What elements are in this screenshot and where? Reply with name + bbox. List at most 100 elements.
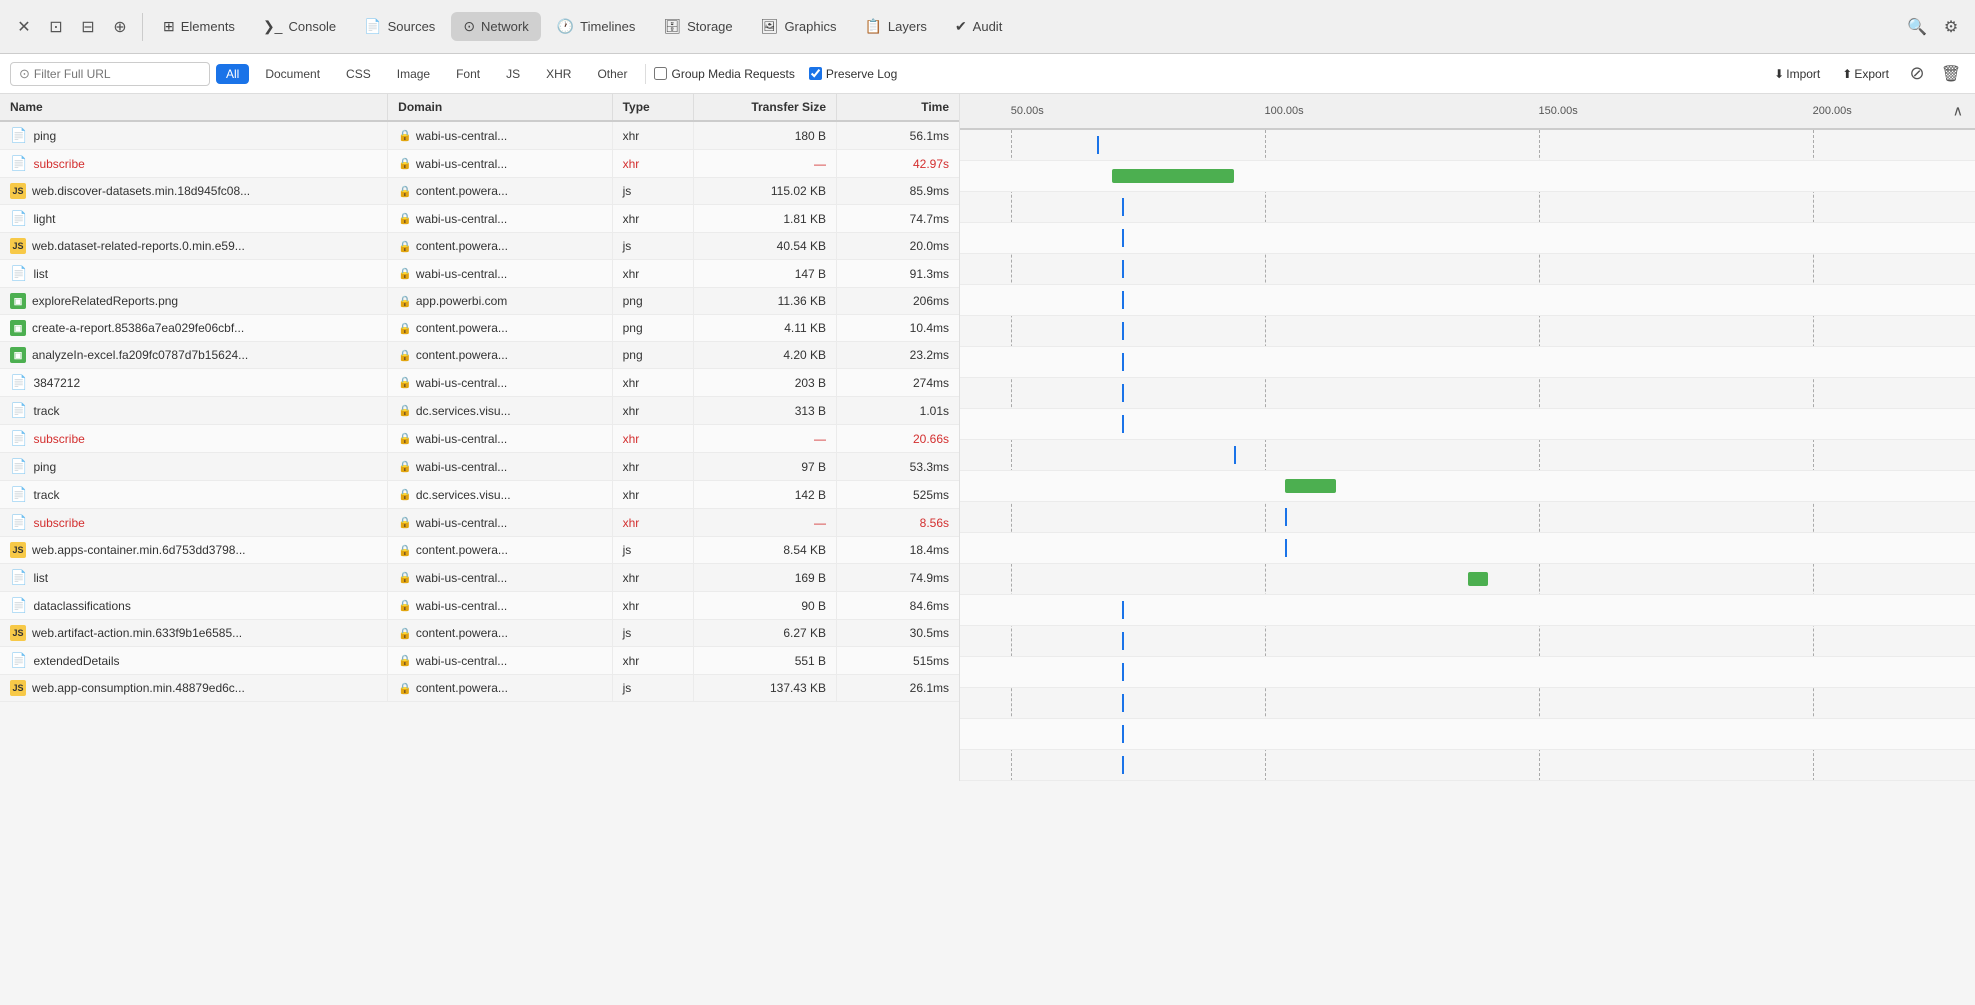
timeline-row[interactable]: [960, 440, 1975, 471]
table-row[interactable]: 📄 track 🔒 dc.services.visu... xhr 142 B …: [0, 481, 959, 509]
timeline-bar-line: [1122, 601, 1124, 619]
filter-input[interactable]: [34, 67, 194, 81]
timeline-row[interactable]: [960, 626, 1975, 657]
filter-all-button[interactable]: All: [216, 64, 249, 84]
table-row[interactable]: JS web.apps-container.min.6d753dd3798...…: [0, 537, 959, 564]
cell-name: 📄 subscribe: [0, 509, 388, 537]
col-header-time[interactable]: Time: [837, 94, 959, 121]
cell-type: xhr: [612, 260, 694, 288]
filter-document-button[interactable]: Document: [255, 64, 330, 84]
timeline-row[interactable]: [960, 347, 1975, 378]
table-row[interactable]: 📄 subscribe 🔒 wabi-us-central... xhr — 2…: [0, 425, 959, 453]
js-file-icon: JS: [10, 238, 26, 254]
filter-js-button[interactable]: JS: [496, 64, 530, 84]
table-row[interactable]: 📄 3847212 🔒 wabi-us-central... xhr 203 B…: [0, 369, 959, 397]
table-row[interactable]: 📄 light 🔒 wabi-us-central... xhr 1.81 KB…: [0, 205, 959, 233]
split-icon[interactable]: ⊡: [42, 13, 70, 41]
timeline-row[interactable]: [960, 161, 1975, 192]
table-row[interactable]: 📄 ping 🔒 wabi-us-central... xhr 180 B 56…: [0, 121, 959, 150]
file-icon: 📄: [10, 210, 27, 227]
timeline-bar-line: [1285, 539, 1287, 557]
preserve-log-checkbox[interactable]: [809, 67, 822, 80]
cell-domain: 🔒 content.powera...: [388, 315, 612, 342]
timeline-row[interactable]: [960, 378, 1975, 409]
tab-graphics[interactable]: 🖼 Graphics: [749, 12, 849, 41]
table-right: 50.00s 100.00s 150.00s 200.00s ∧: [960, 94, 1975, 781]
cell-domain: 🔒 content.powera...: [388, 233, 612, 260]
timeline-row[interactable]: [960, 285, 1975, 316]
timeline-row[interactable]: [960, 192, 1975, 223]
timeline-row[interactable]: [960, 688, 1975, 719]
tab-network[interactable]: ⊙ Network: [451, 12, 540, 41]
dock-icon[interactable]: ⊟: [74, 13, 102, 41]
png-file-icon: ▣: [10, 347, 26, 363]
timeline-row[interactable]: [960, 502, 1975, 533]
table-row[interactable]: 📄 subscribe 🔒 wabi-us-central... xhr — 4…: [0, 150, 959, 178]
col-header-size[interactable]: Transfer Size: [694, 94, 837, 121]
timeline-row[interactable]: [960, 533, 1975, 564]
timeline-row[interactable]: [960, 409, 1975, 440]
table-row[interactable]: 📄 extendedDetails 🔒 wabi-us-central... x…: [0, 647, 959, 675]
col-header-type[interactable]: Type: [612, 94, 694, 121]
table-row[interactable]: 📄 list 🔒 wabi-us-central... xhr 169 B 74…: [0, 564, 959, 592]
tab-elements[interactable]: ⊞ Elements: [151, 12, 247, 41]
table-row[interactable]: ▣ analyzeIn-excel.fa209fc0787d7b15624...…: [0, 342, 959, 369]
table-row[interactable]: JS web.app-consumption.min.48879ed6c... …: [0, 675, 959, 702]
table-row[interactable]: ▣ exploreRelatedReports.png 🔒 app.powerb…: [0, 288, 959, 315]
tab-audit[interactable]: ✔ Audit: [943, 12, 1014, 41]
clear-icon[interactable]: ⊘: [1903, 60, 1931, 88]
trash-icon[interactable]: 🗑: [1937, 60, 1965, 88]
row-name: analyzeIn-excel.fa209fc0787d7b15624...: [32, 348, 248, 362]
table-row[interactable]: 📄 dataclassifications 🔒 wabi-us-central.…: [0, 592, 959, 620]
table-row[interactable]: 📄 subscribe 🔒 wabi-us-central... xhr — 8…: [0, 509, 959, 537]
col-header-name[interactable]: Name: [0, 94, 388, 121]
tab-storage[interactable]: 🗄 Storage: [651, 12, 744, 41]
cell-domain: 🔒 wabi-us-central...: [388, 592, 612, 620]
export-button[interactable]: ⬆ Export: [1834, 64, 1897, 84]
row-name: web.dataset-related-reports.0.min.e59...: [32, 239, 245, 253]
domain-value: wabi-us-central...: [416, 157, 507, 171]
timeline-collapse-icon[interactable]: ∧: [1945, 103, 1971, 120]
file-icon: 📄: [10, 430, 27, 447]
timeline-row[interactable]: [960, 130, 1975, 161]
tab-layers[interactable]: 📋 Layers: [852, 12, 938, 41]
group-media-checkbox[interactable]: [654, 67, 667, 80]
table-row[interactable]: 📄 list 🔒 wabi-us-central... xhr 147 B 91…: [0, 260, 959, 288]
filter-right: ⬇ Import ⬆ Export ⊘ 🗑: [1766, 60, 1965, 88]
table-row[interactable]: 📄 track 🔒 dc.services.visu... xhr 313 B …: [0, 397, 959, 425]
cell-domain: 🔒 content.powera...: [388, 342, 612, 369]
timeline-row[interactable]: [960, 254, 1975, 285]
timeline-row[interactable]: [960, 564, 1975, 595]
filter-font-button[interactable]: Font: [446, 64, 490, 84]
timeline-row[interactable]: [960, 657, 1975, 688]
cell-size: 147 B: [694, 260, 837, 288]
table-row[interactable]: JS web.dataset-related-reports.0.min.e59…: [0, 233, 959, 260]
filter-other-button[interactable]: Other: [587, 64, 637, 84]
filter-xhr-button[interactable]: XHR: [536, 64, 581, 84]
timeline-row[interactable]: [960, 223, 1975, 254]
table-row[interactable]: JS web.discover-datasets.min.18d945fc08.…: [0, 178, 959, 205]
timeline-row[interactable]: [960, 750, 1975, 781]
timeline-row[interactable]: [960, 471, 1975, 502]
close-icon[interactable]: ✕: [10, 13, 38, 41]
cell-time: 74.7ms: [837, 205, 959, 233]
filter-separator: [645, 64, 646, 84]
tab-sources[interactable]: 📄 Sources: [352, 12, 447, 41]
table-row[interactable]: ▣ create-a-report.85386a7ea029fe06cbf...…: [0, 315, 959, 342]
filter-input-wrap[interactable]: ⊙: [10, 62, 210, 86]
timeline-row[interactable]: [960, 595, 1975, 626]
cell-domain: 🔒 wabi-us-central...: [388, 150, 612, 178]
timeline-row[interactable]: [960, 316, 1975, 347]
filter-image-button[interactable]: Image: [387, 64, 440, 84]
search-icon[interactable]: 🔍: [1903, 13, 1931, 41]
col-header-domain[interactable]: Domain: [388, 94, 612, 121]
target-icon[interactable]: ⊕: [106, 13, 134, 41]
table-row[interactable]: JS web.artifact-action.min.633f9b1e6585.…: [0, 620, 959, 647]
tab-console[interactable]: ❯_ Console: [251, 12, 348, 41]
timeline-row[interactable]: [960, 719, 1975, 750]
settings-icon[interactable]: ⚙: [1937, 13, 1965, 41]
tab-timelines[interactable]: 🕐 Timelines: [545, 12, 648, 41]
filter-css-button[interactable]: CSS: [336, 64, 381, 84]
table-row[interactable]: 📄 ping 🔒 wabi-us-central... xhr 97 B 53.…: [0, 453, 959, 481]
import-button[interactable]: ⬇ Import: [1766, 64, 1828, 84]
